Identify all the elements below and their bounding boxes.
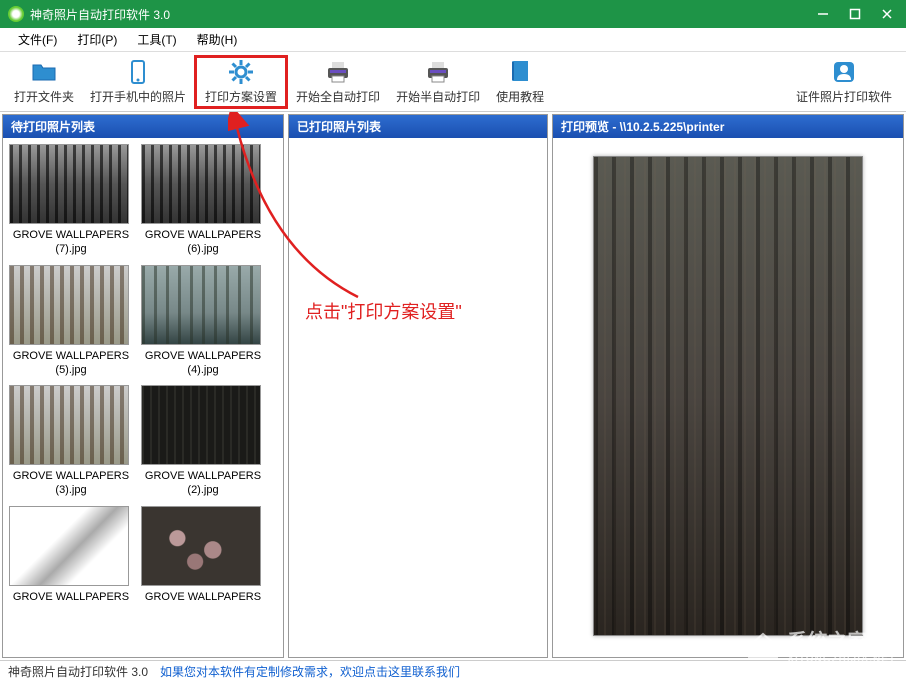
minimize-button[interactable] <box>816 7 830 21</box>
folder-icon <box>30 58 58 86</box>
phone-icon <box>124 58 152 86</box>
printed-panel: 已打印照片列表 <box>288 114 548 658</box>
thumb-filename: GROVE WALLPAPERS <box>9 590 133 604</box>
thumb-image <box>9 385 129 465</box>
thumb-filename: GROVE WALLPAPERS (3).jpg <box>9 469 133 498</box>
printed-body[interactable] <box>289 138 547 657</box>
watermark-sub: XITONGZHIJIA.NET <box>787 654 896 665</box>
status-contact-link[interactable]: 如果您对本软件有定制修改需求，欢迎点击这里联系我们 <box>160 663 460 680</box>
house-icon <box>745 630 781 660</box>
print-settings-label: 打印方案设置 <box>205 88 277 105</box>
thumb-filename: GROVE WALLPAPERS (6).jpg <box>141 228 265 257</box>
thumb-image <box>141 144 261 224</box>
thumb-filename: GROVE WALLPAPERS (7).jpg <box>9 228 133 257</box>
thumb-item[interactable]: GROVE WALLPAPERS <box>141 506 265 604</box>
menu-tool[interactable]: 工具(T) <box>127 29 186 50</box>
preview-panel: 打印预览 - \\10.2.5.225\printer <box>552 114 904 658</box>
gear-icon <box>227 58 255 86</box>
menu-help[interactable]: 帮助(H) <box>187 29 248 50</box>
open-folder-label: 打开文件夹 <box>14 88 74 105</box>
auto-print-button[interactable]: 开始全自动打印 <box>288 55 388 109</box>
thumb-item[interactable]: GROVE WALLPAPERS (4).jpg <box>141 265 265 378</box>
open-phone-button[interactable]: 打开手机中的照片 <box>82 55 194 109</box>
id-photo-label: 证件照片打印软件 <box>796 88 892 105</box>
thumb-item[interactable]: GROVE WALLPAPERS (5).jpg <box>9 265 133 378</box>
pending-header: 待打印照片列表 <box>3 115 283 138</box>
thumb-item[interactable]: GROVE WALLPAPERS <box>9 506 133 604</box>
printer-icon <box>324 58 352 86</box>
thumb-filename: GROVE WALLPAPERS (4).jpg <box>141 349 265 378</box>
menu-print[interactable]: 打印(P) <box>67 29 127 50</box>
printed-header: 已打印照片列表 <box>289 115 547 138</box>
thumb-filename: GROVE WALLPAPERS (2).jpg <box>141 469 265 498</box>
app-icon <box>8 6 24 22</box>
printer-icon <box>424 58 452 86</box>
menubar: 文件(F) 打印(P) 工具(T) 帮助(H) <box>0 28 906 52</box>
status-app-name: 神奇照片自动打印软件 3.0 <box>8 663 148 680</box>
semi-auto-print-button[interactable]: 开始半自动打印 <box>388 55 488 109</box>
pending-panel: 待打印照片列表 GROVE WALLPAPERS (7).jpgGROVE WA… <box>2 114 284 658</box>
pending-body[interactable]: GROVE WALLPAPERS (7).jpg GROVE WALLPAPERS… <box>3 138 283 657</box>
auto-print-label: 开始全自动打印 <box>296 88 380 105</box>
thumb-image <box>141 506 261 586</box>
open-phone-label: 打开手机中的照片 <box>90 88 186 105</box>
print-settings-button[interactable]: 打印方案设置 <box>194 55 288 109</box>
close-button[interactable] <box>880 7 894 21</box>
book-icon <box>506 58 534 86</box>
tutorial-button[interactable]: 使用教程 <box>488 55 552 109</box>
menu-file[interactable]: 文件(F) <box>8 29 67 50</box>
maximize-button[interactable] <box>848 7 862 21</box>
thumb-image <box>9 506 129 586</box>
preview-header: 打印预览 - \\10.2.5.225\printer <box>553 115 903 138</box>
preview-image <box>593 156 863 636</box>
thumb-item[interactable]: GROVE WALLPAPERS (2).jpg <box>141 385 265 498</box>
window-title: 神奇照片自动打印软件 3.0 <box>30 6 816 23</box>
watermark-main: 系统之家 <box>787 625 896 654</box>
thumb-image <box>141 265 261 345</box>
person-icon <box>830 58 858 86</box>
semi-auto-print-label: 开始半自动打印 <box>396 88 480 105</box>
tutorial-label: 使用教程 <box>496 88 544 105</box>
thumb-image <box>141 385 261 465</box>
watermark: 系统之家 XITONGZHIJIA.NET <box>745 625 896 665</box>
thumb-item[interactable]: GROVE WALLPAPERS (7).jpg <box>9 144 133 257</box>
thumb-filename: GROVE WALLPAPERS <box>141 590 265 604</box>
thumb-filename: GROVE WALLPAPERS (5).jpg <box>9 349 133 378</box>
preview-body[interactable] <box>553 138 903 657</box>
thumb-item[interactable]: GROVE WALLPAPERS (3).jpg <box>9 385 133 498</box>
open-folder-button[interactable]: 打开文件夹 <box>6 55 82 109</box>
window-controls <box>816 7 894 21</box>
toolbar: 打开文件夹 打开手机中的照片 打印方案设置 开始全自动打印 开始半自动打印 使用… <box>0 52 906 112</box>
thumb-image <box>9 144 129 224</box>
content-area: 待打印照片列表 GROVE WALLPAPERS (7).jpgGROVE WA… <box>0 112 906 660</box>
thumb-item[interactable]: GROVE WALLPAPERS (6).jpg <box>141 144 265 257</box>
id-photo-button[interactable]: 证件照片打印软件 <box>788 55 900 109</box>
thumb-image <box>9 265 129 345</box>
titlebar: 神奇照片自动打印软件 3.0 <box>0 0 906 28</box>
